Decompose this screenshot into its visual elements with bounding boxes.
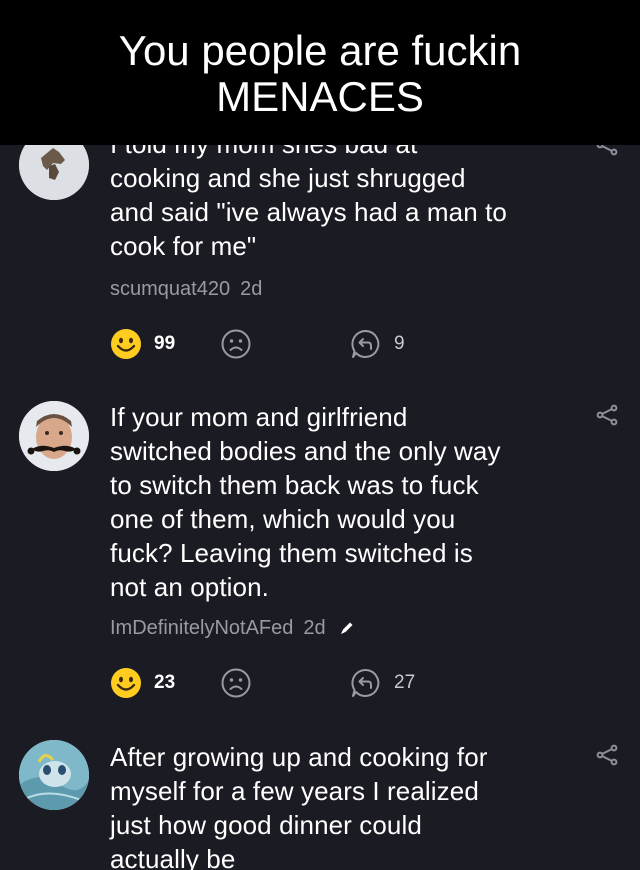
comment-line: actually be <box>110 844 236 870</box>
meme-caption: You people are fuckin MENACES <box>0 0 640 145</box>
comment-line: After growing up and cooking for <box>110 742 488 772</box>
avatar[interactable] <box>19 740 89 810</box>
caption-line-1: You people are fuckin <box>118 26 522 74</box>
comment-body: After growing up and cooking for myself … <box>110 740 555 870</box>
caption-line-2: MENACES <box>216 72 424 120</box>
share-icon[interactable] <box>596 744 618 766</box>
comment-line: just how good dinner could <box>110 810 422 840</box>
comment-line: myself for a few years I realized <box>110 776 479 806</box>
blue-creature-avatar-icon <box>19 740 89 810</box>
screenshot: I told my mom shes bad at cooking and sh… <box>0 0 640 870</box>
